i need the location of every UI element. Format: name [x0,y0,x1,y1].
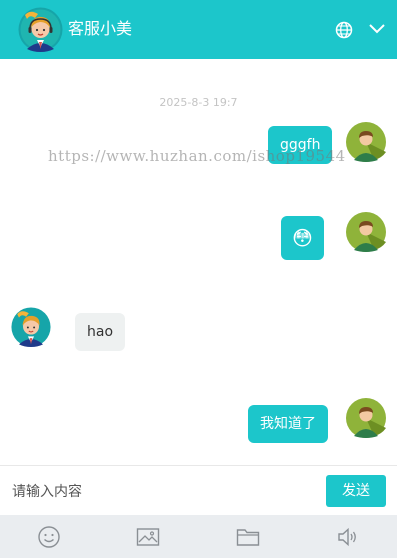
user-avatar [346,122,386,162]
message-text: 我知道了 [260,416,316,432]
agent-avatar [18,7,63,52]
chat-header: 客服小美 [0,0,397,59]
folder-icon[interactable] [236,525,260,549]
message-bubble-outgoing: 我知道了 [248,405,328,443]
speaker-icon[interactable] [336,525,360,549]
emoji-sticker: 😳 [292,226,313,250]
page-title: 客服小美 [68,19,133,38]
globe-icon[interactable] [335,21,353,39]
message-bubble-incoming: hao [75,313,126,351]
user-avatar [346,398,386,438]
message-input[interactable] [10,476,314,508]
image-icon[interactable] [136,525,160,549]
message-timestamp: 2025-8-3 19:7 [159,96,238,109]
agent-avatar [11,307,51,347]
message-text: hao [87,324,114,340]
send-button[interactable]: 发送 [326,475,386,507]
message-list[interactable]: 2025-8-3 19:7 gggfh 😳 hao 我知道了 https://w… [0,59,397,465]
user-avatar [346,212,386,252]
chevron-down-icon[interactable] [368,20,386,38]
watermark: https://www.huzhan.com/ishop19544 [48,147,346,165]
composer: 发送 [0,465,397,515]
composer-toolbar [0,515,397,558]
message-bubble-outgoing: 😳 [281,216,324,260]
emoji-icon[interactable] [37,525,61,549]
